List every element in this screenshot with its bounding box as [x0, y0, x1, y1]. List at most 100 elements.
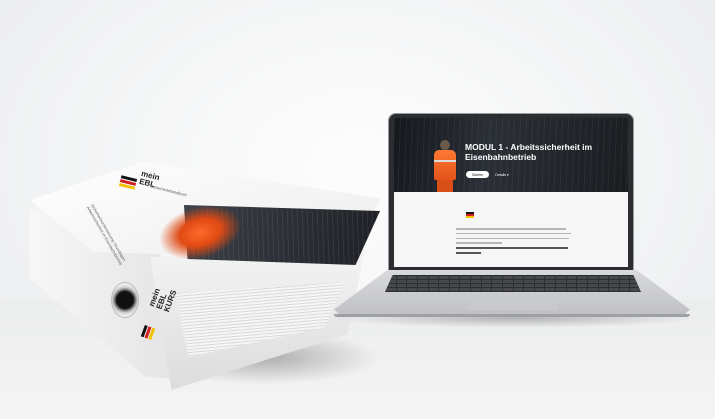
- keyboard-key: [587, 288, 598, 291]
- keyboard-key: [471, 280, 481, 283]
- keyboard-key: [609, 288, 619, 291]
- worker-head: [440, 140, 450, 150]
- keyboard-key: [386, 288, 396, 291]
- keyboard-key: [556, 276, 566, 279]
- keyboard-key: [556, 288, 566, 291]
- keyboard-key: [619, 276, 630, 279]
- keyboard-key: [439, 280, 449, 283]
- worker-legs: [437, 180, 453, 192]
- keyboard-key: [428, 280, 439, 283]
- keyboard-key: [524, 284, 534, 287]
- hero-actions: Starten Details ▾: [466, 171, 509, 178]
- keyboard-key: [545, 280, 555, 283]
- keyboard-key: [609, 276, 619, 279]
- keyboard-key: [598, 284, 609, 287]
- keyboard-key: [598, 276, 609, 279]
- keyboard-key: [619, 288, 630, 291]
- product-scene: mein EBL Sicherheitshandbuch Sicherheits…: [0, 0, 715, 419]
- keyboard-key: [428, 276, 439, 279]
- keyboard-key: [502, 288, 513, 291]
- keyboard-key: [609, 280, 619, 283]
- keyboard-key: [524, 276, 534, 279]
- keyboard-key: [587, 276, 598, 279]
- keyboard-key: [417, 280, 428, 283]
- keyboard-key: [460, 276, 470, 279]
- keyboard-key: [598, 280, 609, 283]
- keyboard-key: [481, 280, 492, 283]
- content-text-block: [456, 228, 571, 257]
- keyboard-key: [513, 288, 524, 291]
- keyboard-key: [524, 288, 534, 291]
- keyboard-key: [428, 284, 439, 287]
- worker-vest: [434, 150, 456, 180]
- keyboard-key: [407, 284, 417, 287]
- keyboard-key: [609, 284, 619, 287]
- text-line-bold: [456, 251, 482, 254]
- worker-reflective-stripe: [434, 160, 456, 162]
- page-title: MODUL 1 - Arbeitssicherheit im Eisenbahn…: [465, 142, 593, 162]
- keyboard-key: [471, 284, 481, 287]
- keyboard-key: [619, 284, 630, 287]
- keyboard-key: [417, 284, 428, 287]
- text-line: [456, 242, 502, 244]
- keyboard-key: [460, 280, 470, 283]
- text-line: [456, 237, 569, 240]
- keyboard-key: [449, 276, 460, 279]
- laptop-base-edge: [334, 314, 690, 317]
- keyboard-key: [566, 288, 577, 291]
- keyboard-key: [417, 288, 428, 291]
- keyboard-key: [598, 288, 609, 291]
- keyboard-key: [577, 276, 587, 279]
- keyboard-key: [428, 288, 439, 291]
- keyboard-key: [513, 280, 524, 283]
- chevron-down-icon: ▾: [506, 172, 509, 177]
- keyboard-key: [630, 288, 640, 291]
- keyboard-key: [587, 280, 598, 283]
- keyboard-key: [502, 280, 513, 283]
- keyboard-key: [587, 284, 598, 287]
- keyboard-key: [471, 276, 481, 279]
- keyboard-key: [545, 276, 555, 279]
- laptop-screen: MODUL 1 - Arbeitssicherheit im Eisenbahn…: [394, 118, 628, 267]
- keyboard-key: [534, 288, 545, 291]
- hero-worker-image: [428, 136, 462, 192]
- keyboard-key: [439, 276, 449, 279]
- keyboard-key: [577, 288, 587, 291]
- text-line: [456, 228, 567, 230]
- keyboard-key: [396, 280, 407, 283]
- keyboard-key: [513, 276, 524, 279]
- keyboard-key: [534, 284, 545, 287]
- keyboard-key: [439, 288, 449, 291]
- keyboard-key: [481, 288, 492, 291]
- keyboard-key: [556, 284, 566, 287]
- keyboard-key: [449, 284, 460, 287]
- text-line: [456, 232, 571, 235]
- keyboard-key: [566, 280, 577, 283]
- laptop-trackpad: [467, 296, 559, 310]
- keyboard-key: [407, 276, 417, 279]
- keyboard-key: [396, 276, 407, 279]
- keyboard-key: [545, 284, 555, 287]
- binder-spine-ring-icon: [111, 282, 139, 318]
- details-label: Details: [495, 172, 506, 177]
- keyboard-key: [566, 284, 577, 287]
- text-line-bold: [456, 247, 568, 249]
- keyboard-key: [396, 288, 407, 291]
- keyboard-key: [492, 280, 502, 283]
- keyboard-key: [417, 276, 428, 279]
- keyboard-key: [460, 288, 470, 291]
- keyboard-key: [481, 276, 492, 279]
- content-logo-flag-icon: [466, 212, 474, 218]
- keyboard-key: [481, 284, 492, 287]
- keyboard-key: [577, 284, 587, 287]
- keyboard-key: [534, 280, 545, 283]
- laptop-lid: MODUL 1 - Arbeitssicherheit im Eisenbahn…: [388, 113, 634, 271]
- keyboard-key: [492, 288, 502, 291]
- keyboard-key: [502, 276, 513, 279]
- keyboard-key: [396, 284, 407, 287]
- keyboard-key: [556, 280, 566, 283]
- details-button[interactable]: Details ▾: [495, 173, 508, 177]
- keyboard-key: [449, 280, 460, 283]
- start-button[interactable]: Starten: [466, 171, 490, 178]
- keyboard-key: [439, 284, 449, 287]
